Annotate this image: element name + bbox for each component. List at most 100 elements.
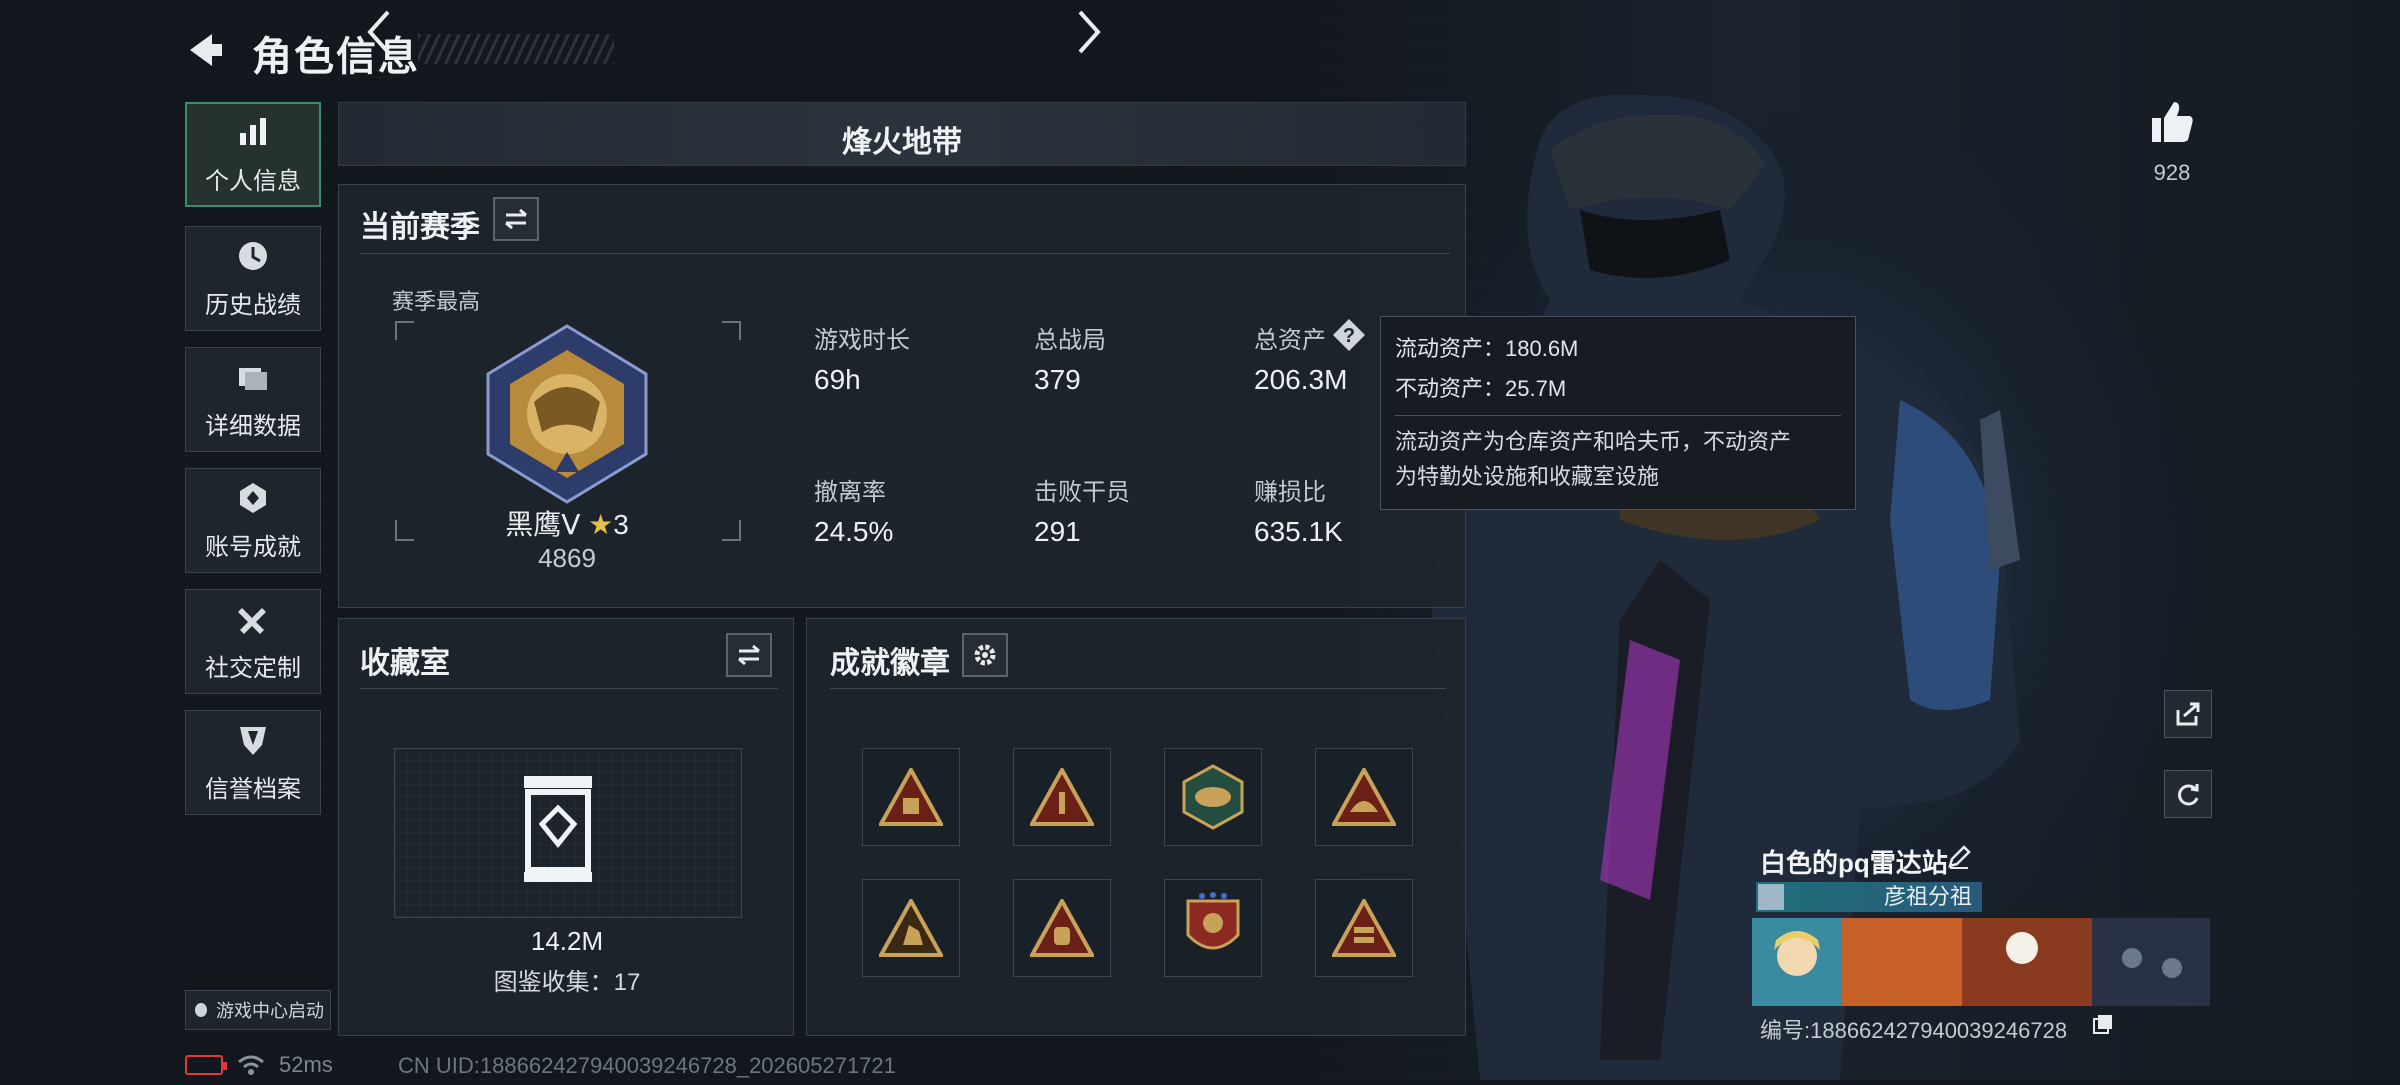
nav-item-label: 社交定制 — [205, 655, 301, 682]
divider — [360, 688, 778, 689]
badge-slot[interactable] — [1013, 748, 1111, 846]
nav-item-label: 个人信息 — [205, 168, 301, 195]
chevron-left-icon[interactable] — [354, 6, 406, 58]
nav-item-reputation[interactable]: 信誉档案 — [185, 710, 321, 815]
gear-icon — [974, 644, 996, 666]
rank-emblem-icon — [486, 324, 648, 504]
collection-switch-button[interactable] — [726, 633, 772, 677]
badge-1-icon — [879, 768, 943, 826]
nav-item-details[interactable]: 详细数据 — [185, 347, 321, 452]
chevron-right-icon[interactable] — [1062, 6, 1114, 58]
badge-6-icon — [1030, 899, 1094, 957]
shield-icon — [240, 727, 266, 755]
profit-label: 赚损比 — [1254, 479, 1326, 506]
thumbs-up-icon[interactable] — [2148, 98, 2196, 146]
share-icon — [2176, 702, 2200, 726]
title-decoration — [418, 34, 614, 64]
assets-tooltip: 流动资产：180.6M 不动资产：25.7M 流动资产为仓库资产和哈夫币，不动资… — [1380, 316, 1856, 510]
mode-selector: 烽火地带 — [338, 102, 1466, 166]
kills-label: 击败干员 — [1034, 479, 1130, 506]
badge-8-icon — [1332, 899, 1396, 957]
badge-slot[interactable] — [1315, 748, 1413, 846]
badge-4-icon — [1332, 768, 1396, 826]
nav-item-label: 详细数据 — [205, 413, 301, 440]
tooltip-desc-line-2: 为特勤处设施和收藏室设施 — [1395, 464, 1660, 489]
nav-item-social[interactable]: 社交定制 — [185, 589, 321, 694]
assets-label: 总资产 — [1254, 327, 1326, 354]
uid-text: CN UID:18866242794003924672​8_2026052717… — [398, 1053, 896, 1078]
profit-value: 635.1K — [1254, 516, 1343, 547]
badge-3-icon — [1182, 764, 1244, 830]
extract-label: 撤离率 — [814, 479, 886, 506]
play-time-value: 69h — [814, 364, 861, 395]
player-name: 白色的pq雷达站 — [1760, 848, 1948, 878]
rotate-button[interactable] — [2164, 770, 2212, 818]
game-center-button[interactable]: 游戏中心启动 — [185, 990, 331, 1030]
copy-icon[interactable] — [2092, 1013, 2114, 1035]
rank-stars: 3 — [613, 509, 629, 540]
clan-avatar — [1758, 884, 1784, 910]
battery-icon — [185, 1055, 227, 1075]
kills-value: 291 — [1034, 516, 1081, 547]
rank-name-text: 黑鹰Ⅴ — [505, 509, 581, 540]
divider — [360, 253, 1450, 254]
collection-title: 收藏室 — [360, 647, 450, 680]
folder-icon — [239, 368, 267, 390]
badge-7-icon — [1186, 892, 1240, 950]
achievement-icon — [240, 483, 266, 513]
swap-icon — [738, 644, 760, 666]
clock-icon — [239, 242, 267, 270]
tooltip-divider — [1395, 415, 1841, 416]
collection-value: 14.2M — [530, 926, 604, 956]
badge-slot[interactable] — [862, 879, 960, 977]
nav-item-label: 历史战绩 — [205, 292, 301, 319]
matches-label: 总战局 — [1034, 327, 1106, 354]
badge-slot[interactable] — [862, 748, 960, 846]
badge-2-icon — [1030, 768, 1094, 826]
badge-slot[interactable] — [1164, 748, 1262, 846]
tools-icon — [238, 608, 266, 634]
mode-name: 烽火地带 — [842, 126, 962, 159]
like-count: 928 — [2153, 160, 2191, 185]
help-icon[interactable]: ? — [1332, 318, 1366, 352]
display-case-icon — [524, 776, 592, 882]
nav-item-label: 账号成就 — [205, 534, 301, 561]
play-time-label: 游戏时长 — [814, 327, 910, 354]
game-center-label: 游戏中心启动 — [216, 1001, 324, 1021]
assets-value: 206.3M — [1254, 364, 1348, 395]
clan-tag: 彦祖分祖 — [1756, 882, 1982, 912]
refresh-icon — [2178, 784, 2199, 806]
status-bar: 52ms — [185, 1052, 333, 1078]
season-best-label: 赛季最高 — [392, 289, 481, 314]
nav-item-history[interactable]: 历史战绩 — [185, 226, 321, 331]
qq-icon — [195, 1003, 207, 1017]
season-title: 当前赛季 — [360, 211, 480, 244]
badge-5-icon — [879, 899, 943, 957]
nav-item-label: 信誉档案 — [205, 776, 301, 803]
badge-settings-button[interactable] — [962, 633, 1008, 677]
liquid-assets-text: 流动资产：180.6M — [1395, 336, 1579, 361]
star-icon: ★ — [588, 509, 614, 540]
tooltip-desc-line-1: 流动资产为仓库资产和哈夫币，不动资产 — [1395, 429, 1792, 454]
share-button[interactable] — [2164, 690, 2212, 738]
season-switch-button[interactable] — [493, 197, 539, 241]
nav-item-achievements[interactable]: 账号成就 — [185, 468, 321, 573]
edit-icon[interactable] — [1946, 844, 1972, 870]
badge-slot[interactable] — [1164, 879, 1262, 977]
collection-count: 图鉴收集：17 — [493, 969, 641, 996]
profile-banner — [1752, 918, 2210, 1006]
badge-slot[interactable] — [1315, 879, 1413, 977]
rank-score: 4869 — [538, 543, 596, 573]
extract-value: 24.5% — [814, 516, 894, 547]
badge-slot[interactable] — [1013, 879, 1111, 977]
wifi-icon — [238, 1055, 264, 1075]
nav-item-personal-info[interactable]: 个人信息 — [185, 102, 321, 207]
banner-image — [1752, 918, 2210, 1006]
back-arrow-icon[interactable] — [182, 28, 226, 72]
player-id: 编号:18866242794003924672​8 — [1760, 1018, 2068, 1043]
swap-icon — [505, 208, 527, 230]
matches-value: 379 — [1034, 364, 1081, 395]
rank-name: 黑鹰Ⅴ ★3 — [392, 503, 742, 543]
bar-chart-icon — [240, 118, 266, 145]
svg-text:?: ? — [1343, 325, 1355, 347]
